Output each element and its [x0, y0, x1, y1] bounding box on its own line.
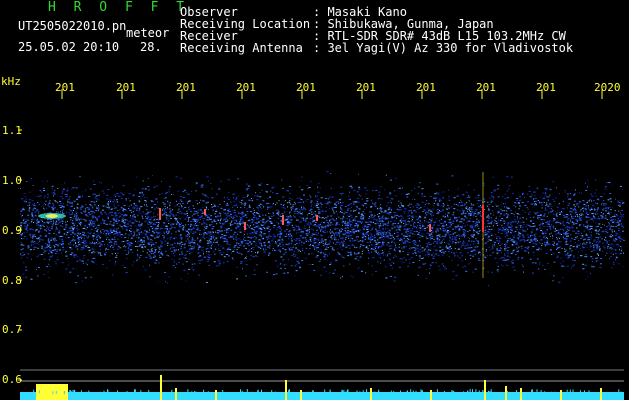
noise-band	[20, 171, 625, 287]
x-tick-label: 201	[55, 81, 75, 94]
y-tick-label: 1.1	[2, 124, 22, 137]
counter: 28.	[140, 40, 162, 54]
x-tick-label: 201	[176, 81, 196, 94]
date-time: 25.05.02 20:10	[18, 40, 120, 54]
x-tick-label: 201	[356, 81, 376, 94]
y-tick-label: 0.7	[2, 323, 22, 336]
antenna-value: : 3el Yagi(V) Az 330 for Vladivostok	[313, 41, 574, 55]
antenna-label: Receiving Antenna	[180, 41, 303, 55]
signal-strength-strip	[20, 375, 624, 400]
x-tick-label: 201	[116, 81, 136, 94]
y-tick-label: 1.0	[2, 174, 22, 187]
file-name: UT2505022010.pn	[18, 19, 127, 33]
mode-label: meteor	[126, 26, 170, 40]
x-tick-label: 201	[416, 81, 436, 94]
waterfall-spectrogram	[18, 89, 625, 400]
x-tick-label: 201	[536, 81, 556, 94]
x-tick-label: 201	[236, 81, 256, 94]
y-tick-label: 0.6	[2, 373, 22, 386]
app-title: H R O F F T	[48, 0, 190, 15]
x-tick-label: 201	[296, 81, 316, 94]
y-unit-label: kHz	[1, 75, 21, 88]
x-tick-label: 201	[476, 81, 496, 94]
y-tick-label: 0.8	[2, 274, 22, 287]
x-tick-label: 2020	[594, 81, 621, 94]
y-tick-label: 0.9	[2, 224, 22, 237]
